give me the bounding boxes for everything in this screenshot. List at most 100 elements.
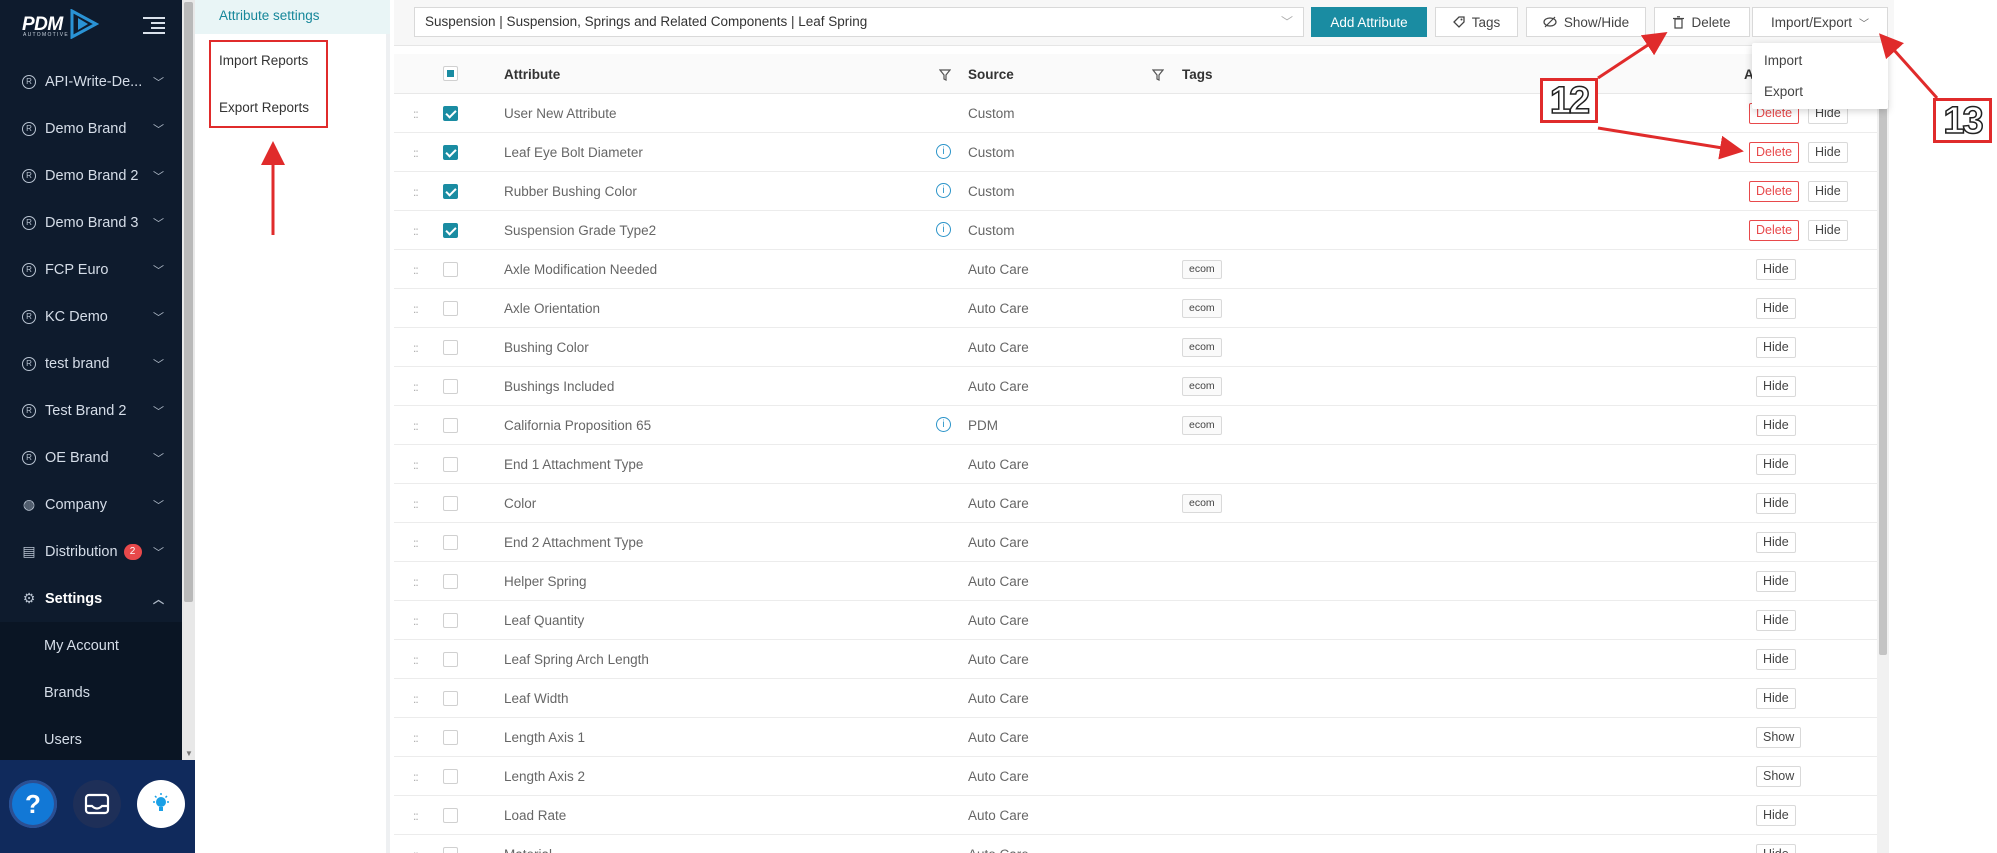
sidebar-item-kc-demo[interactable]: R KC Demo ﹀	[0, 293, 182, 340]
row-hide-button[interactable]: Hide	[1808, 220, 1848, 241]
tips-button[interactable]	[137, 780, 185, 828]
inbox-button[interactable]	[73, 780, 121, 828]
row-hide-button[interactable]: Hide	[1756, 337, 1796, 358]
import-export-button[interactable]: Import/Export ﹀	[1752, 7, 1888, 37]
row-checkbox[interactable]	[443, 340, 458, 355]
table-row[interactable]: :: Leaf Eye Bolt Diameter i Custom Delete Hid…	[394, 133, 1877, 172]
drag-handle-icon[interactable]: ::	[413, 185, 419, 199]
show-hide-button[interactable]: Show/Hide	[1526, 7, 1646, 37]
sidebar-subitem-brands[interactable]: Brands	[0, 669, 182, 716]
table-row[interactable]: :: Axle Orientation Auto Care ecom Hide	[394, 289, 1877, 328]
table-row[interactable]: :: Color Auto Care ecom Hide	[394, 484, 1877, 523]
row-checkbox[interactable]	[443, 262, 458, 277]
row-checkbox[interactable]	[443, 691, 458, 706]
row-checkbox[interactable]	[443, 145, 458, 160]
drag-handle-icon[interactable]: ::	[413, 692, 419, 706]
table-row[interactable]: :: Length Axis 1 Auto Care Show	[394, 718, 1877, 757]
sidebar-item-demo-brand[interactable]: R Demo Brand ﹀	[0, 105, 182, 152]
row-hide-button[interactable]: Hide	[1808, 181, 1848, 202]
row-checkbox[interactable]	[443, 223, 458, 238]
sidebar-item-fcp-euro[interactable]: R FCP Euro ﹀	[0, 246, 182, 293]
row-delete-button[interactable]: Delete	[1749, 142, 1800, 163]
row-hide-button[interactable]: Hide	[1756, 415, 1796, 436]
table-row[interactable]: :: Load Rate Auto Care Hide	[394, 796, 1877, 835]
drag-handle-icon[interactable]: ::	[413, 731, 419, 745]
row-checkbox[interactable]	[443, 769, 458, 784]
drag-handle-icon[interactable]: ::	[413, 263, 419, 277]
row-hide-button[interactable]: Hide	[1756, 532, 1796, 553]
pdm-logo[interactable]: PDM AUTOMOTIVE	[22, 9, 99, 39]
delete-button[interactable]: Delete	[1654, 7, 1750, 37]
dropdown-export[interactable]: Export	[1764, 84, 1803, 99]
row-checkbox[interactable]	[443, 457, 458, 472]
table-scrollbar-thumb[interactable]	[1879, 105, 1887, 655]
select-all-checkbox[interactable]	[443, 66, 458, 81]
row-checkbox[interactable]	[443, 574, 458, 589]
drag-handle-icon[interactable]: ::	[413, 497, 419, 511]
table-row[interactable]: :: California Proposition 65 i PDM ecom Hide	[394, 406, 1877, 445]
info-icon[interactable]: i	[936, 183, 951, 198]
row-checkbox[interactable]	[443, 184, 458, 199]
sidebar-item-demo-brand-3[interactable]: R Demo Brand 3 ﹀	[0, 199, 182, 246]
category-select[interactable]: Suspension | Suspension, Springs and Rel…	[414, 7, 1304, 37]
drag-handle-icon[interactable]: ::	[413, 770, 419, 784]
drag-handle-icon[interactable]: ::	[413, 302, 419, 316]
sidebar-scrollbar[interactable]: ▼	[182, 0, 195, 760]
table-row[interactable]: :: End 2 Attachment Type Auto Care Hide	[394, 523, 1877, 562]
drag-handle-icon[interactable]: ::	[413, 146, 419, 160]
row-hide-button[interactable]: Hide	[1756, 493, 1796, 514]
row-checkbox[interactable]	[443, 106, 458, 121]
sidebar-subitem-my-account[interactable]: My Account	[0, 622, 182, 669]
row-checkbox[interactable]	[443, 496, 458, 511]
collapse-menu-icon[interactable]	[143, 16, 165, 35]
row-checkbox[interactable]	[443, 613, 458, 628]
sidebar-item-test-brand-2[interactable]: R Test Brand 2 ﹀	[0, 387, 182, 434]
row-checkbox[interactable]	[443, 379, 458, 394]
filter-icon[interactable]	[939, 69, 951, 81]
drag-handle-icon[interactable]: ::	[413, 107, 419, 121]
row-hide-button[interactable]: Hide	[1756, 688, 1796, 709]
scroll-down-arrow-icon[interactable]: ▼	[185, 749, 193, 758]
sidebar-subitem-users[interactable]: Users	[0, 716, 182, 760]
row-checkbox[interactable]	[443, 652, 458, 667]
row-checkbox[interactable]	[443, 535, 458, 550]
drag-handle-icon[interactable]: ::	[413, 614, 419, 628]
row-hide-button[interactable]: Hide	[1808, 142, 1848, 163]
sidebar-item-settings[interactable]: ⚙ Settings ︿	[0, 575, 182, 622]
row-show-button[interactable]: Show	[1756, 727, 1802, 748]
drag-handle-icon[interactable]: ::	[413, 341, 419, 355]
add-attribute-button[interactable]: Add Attribute	[1311, 7, 1427, 37]
drag-handle-icon[interactable]: ::	[413, 653, 419, 667]
sidebar-item-api-write-de[interactable]: R API-Write-De... ﹀	[0, 58, 182, 105]
table-row[interactable]: :: User New Attribute Custom Delete Hide	[394, 94, 1877, 133]
table-row[interactable]: :: Bushing Color Auto Care ecom Hide	[394, 328, 1877, 367]
drag-handle-icon[interactable]: ::	[413, 848, 419, 853]
drag-handle-icon[interactable]: ::	[413, 575, 419, 589]
table-row[interactable]: :: Axle Modification Needed Auto Care ecom H…	[394, 250, 1877, 289]
sidebar-item-distribution[interactable]: ▤ Distribution 2 ﹀	[0, 528, 182, 575]
row-hide-button[interactable]: Hide	[1756, 805, 1796, 826]
table-row[interactable]: :: Helper Spring Auto Care Hide	[394, 562, 1877, 601]
table-row[interactable]: ::Material Auto Care Hide	[394, 835, 1877, 853]
table-scrollbar[interactable]	[1877, 100, 1889, 853]
info-icon[interactable]: i	[936, 144, 951, 159]
table-row[interactable]: :: Leaf Width Auto Care Hide	[394, 679, 1877, 718]
sidebar-item-test-brand[interactable]: Rtest brand ﹀	[0, 340, 182, 387]
help-button[interactable]: ?	[9, 780, 57, 828]
drag-handle-icon[interactable]: ::	[413, 458, 419, 472]
table-row[interactable]: :: End 1 Attachment Type Auto Care Hide	[394, 445, 1877, 484]
dropdown-import[interactable]: Import	[1764, 53, 1802, 68]
drag-handle-icon[interactable]: ::	[413, 419, 419, 433]
filter-icon[interactable]	[1152, 69, 1164, 81]
row-hide-button[interactable]: Hide	[1756, 844, 1796, 853]
row-hide-button[interactable]: Hide	[1756, 454, 1796, 475]
row-delete-button[interactable]: Delete	[1749, 181, 1800, 202]
table-row[interactable]: :: Suspension Grade Type2 i Custom Delete Hid…	[394, 211, 1877, 250]
row-show-button[interactable]: Show	[1756, 766, 1802, 787]
row-checkbox[interactable]	[443, 418, 458, 433]
drag-handle-icon[interactable]: ::	[413, 224, 419, 238]
row-hide-button[interactable]: Hide	[1756, 298, 1796, 319]
row-hide-button[interactable]: Hide	[1756, 610, 1796, 631]
table-row[interactable]: :: Length Axis 2 Auto Care Show	[394, 757, 1877, 796]
info-icon[interactable]: i	[936, 417, 951, 432]
